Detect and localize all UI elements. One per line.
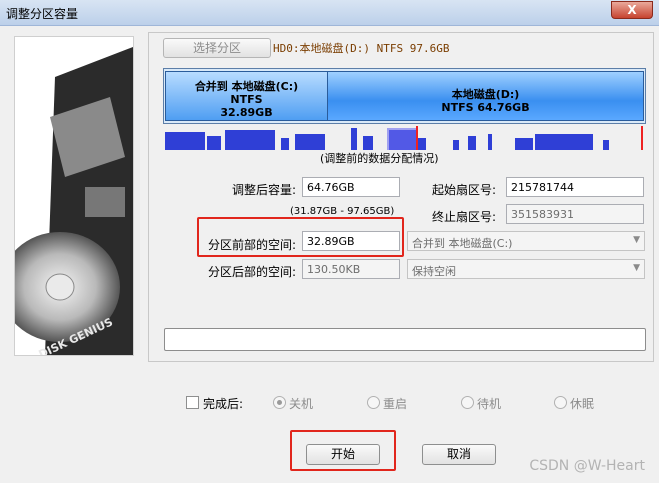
size-range-hint: (31.87GB - 97.65GB) bbox=[290, 206, 395, 217]
close-button[interactable]: X bbox=[611, 1, 653, 19]
space-after-select[interactable]: 保持空闲 ▼ bbox=[407, 259, 645, 279]
new-size-input[interactable]: 64.76GB bbox=[302, 177, 400, 197]
space-after-input[interactable]: 130.50KB bbox=[302, 259, 400, 279]
partition-d-name: 本地磁盘(D:) bbox=[451, 88, 520, 101]
option-standby-label: 待机 bbox=[477, 397, 502, 411]
partition-d-size: NTFS 64.76GB bbox=[441, 101, 530, 114]
partition-c-size: 32.89GB bbox=[220, 106, 273, 119]
disk-info-label: HD0:本地磁盘(D:) NTFS 97.6GB bbox=[273, 42, 450, 55]
highlight-start-button bbox=[290, 430, 396, 471]
space-after-label: 分区后部的空间: bbox=[207, 265, 296, 279]
option-restart-label: 重启 bbox=[383, 397, 408, 411]
new-size-label: 调整后容量: bbox=[231, 183, 296, 197]
chevron-down-icon: ▼ bbox=[633, 263, 640, 273]
space-after-select-value: 保持空闲 bbox=[412, 265, 456, 278]
watermark: CSDN @W-Heart bbox=[529, 458, 645, 474]
after-completion-checkbox[interactable] bbox=[186, 396, 199, 409]
end-sector-input[interactable]: 351583931 bbox=[506, 204, 644, 224]
radio-shutdown[interactable] bbox=[273, 396, 286, 409]
radio-restart[interactable] bbox=[367, 396, 380, 409]
end-sector-label: 终止扇区号: bbox=[431, 210, 496, 224]
disk-genius-image: DISK GENIUS bbox=[0, 36, 134, 361]
start-sector-label: 起始扇区号: bbox=[431, 183, 496, 197]
cancel-button[interactable]: 取消 bbox=[422, 444, 496, 465]
highlight-space-before bbox=[197, 217, 404, 257]
partition-d-block[interactable]: 本地磁盘(D:) NTFS 64.76GB bbox=[327, 71, 644, 121]
distribution-caption: (调整前的数据分配情况) bbox=[320, 152, 439, 165]
radio-hibernate[interactable] bbox=[554, 396, 567, 409]
radio-standby[interactable] bbox=[461, 396, 474, 409]
start-sector-input[interactable]: 215781744 bbox=[506, 177, 644, 197]
title-bar: 调整分区容量 X bbox=[0, 0, 659, 26]
space-before-select-value: 合并到 本地磁盘(C:) bbox=[412, 237, 513, 250]
data-distribution-graph bbox=[165, 126, 643, 150]
after-completion-label: 完成后: bbox=[203, 397, 244, 411]
partition-c-fs: NTFS bbox=[230, 93, 263, 106]
partition-bar: 合并到 本地磁盘(C:) NTFS 32.89GB 本地磁盘(D:) NTFS … bbox=[163, 68, 646, 124]
space-before-select[interactable]: 合并到 本地磁盘(C:) ▼ bbox=[407, 231, 645, 251]
select-partition-button[interactable]: 选择分区 bbox=[163, 38, 271, 58]
option-shutdown-label: 关机 bbox=[289, 397, 314, 411]
partition-c-name: 合并到 本地磁盘(C:) bbox=[194, 80, 299, 93]
option-hibernate-label: 休眠 bbox=[570, 397, 595, 411]
partition-c-block: 合并到 本地磁盘(C:) NTFS 32.89GB bbox=[165, 71, 328, 121]
progress-bar bbox=[164, 328, 646, 351]
window-title: 调整分区容量 bbox=[6, 7, 79, 21]
chevron-down-icon: ▼ bbox=[633, 235, 640, 245]
